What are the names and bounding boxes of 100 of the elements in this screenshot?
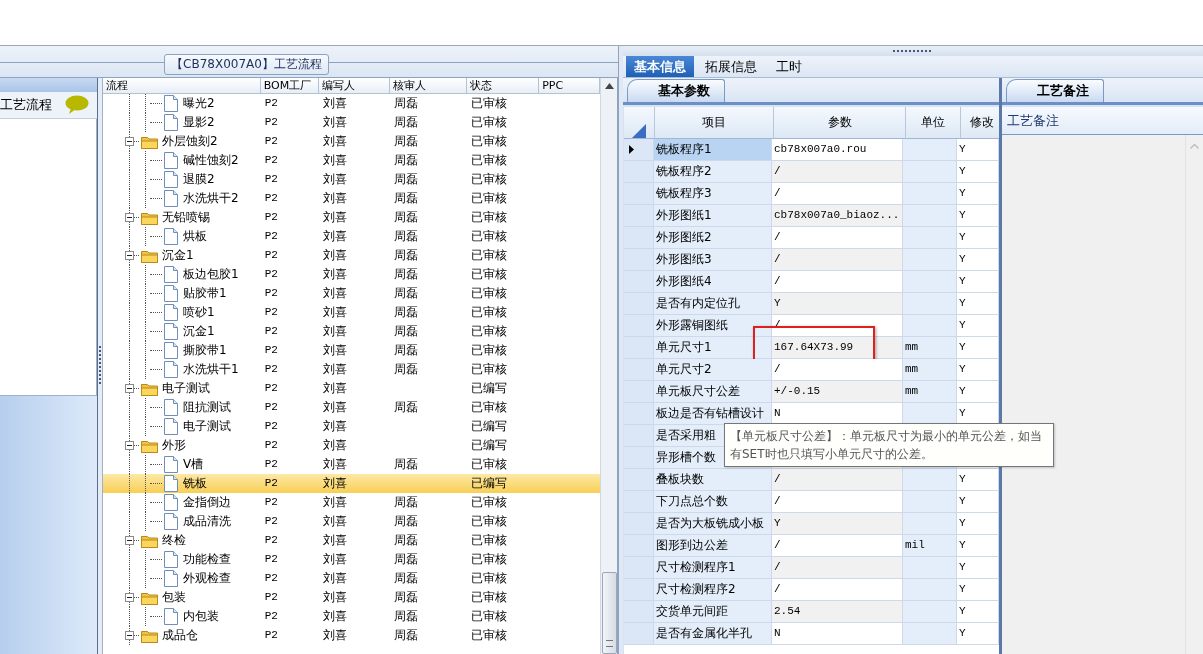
tree-row[interactable]: 内包装 P2 刘喜 周磊 已审核 (103, 607, 600, 626)
table-cell[interactable]: / (774, 495, 781, 507)
table-cell[interactable]: mm (903, 381, 957, 403)
table-cell[interactable]: 板边是否有钻槽设计 (654, 403, 772, 425)
tree-row[interactable]: 无铅喷锡 P2 刘喜 周磊 已审核 (103, 208, 600, 227)
table-cell[interactable]: 尺寸检测程序1 (654, 557, 772, 579)
table-cell[interactable]: +/-0.15 (774, 385, 821, 397)
table-cell[interactable] (903, 513, 957, 535)
table-cell[interactable]: Y (957, 249, 999, 271)
table-cell[interactable]: 是否有内定位孔 (654, 293, 772, 315)
column-header[interactable]: 编写人 (318, 78, 391, 93)
collapse-icon[interactable] (125, 137, 134, 146)
table-cell[interactable]: 2.54 (774, 605, 801, 617)
table-cell[interactable] (903, 249, 957, 271)
table-cell[interactable]: Y (957, 557, 999, 579)
scrollbar-thumb[interactable] (601, 572, 617, 654)
tree-row[interactable]: 终检 P2 刘喜 周磊 已审核 (103, 531, 600, 550)
tree-row[interactable]: 水洗烘干2 P2 刘喜 周磊 已审核 (103, 189, 600, 208)
speech-bubble-icon[interactable] (65, 95, 90, 115)
table-cell[interactable]: 单元板尺寸公差 (654, 381, 772, 403)
tree-row[interactable]: 喷砂1 P2 刘喜 周磊 已审核 (103, 303, 600, 322)
tree-row[interactable]: 金指倒边 P2 刘喜 周磊 已审核 (103, 493, 600, 512)
table-cell[interactable]: Y (957, 183, 999, 205)
tab[interactable]: 拓展信息 (697, 56, 765, 77)
tree-row[interactable]: 板边包胶1 P2 刘喜 周磊 已审核 (103, 265, 600, 284)
table-cell[interactable]: / (774, 539, 781, 551)
tree-row[interactable]: 沉金1 P2 刘喜 周磊 已审核 (103, 246, 600, 265)
table-cell[interactable]: Y (957, 161, 999, 183)
table-cell[interactable]: Y (957, 381, 999, 403)
tab[interactable]: 工时 (768, 56, 810, 77)
table-cell[interactable] (903, 183, 957, 205)
table-cell[interactable]: 交货单元间距 (654, 601, 772, 623)
table-cell[interactable]: Y (957, 293, 999, 315)
collapse-icon[interactable] (125, 441, 134, 450)
table-cell[interactable]: / (774, 583, 781, 595)
table-cell[interactable]: 单元尺寸1 (654, 337, 772, 359)
table-cell[interactable] (903, 205, 957, 227)
panel-tab[interactable]: 工艺备注 (1006, 79, 1104, 102)
table-cell[interactable]: / (774, 253, 781, 265)
panel-tab[interactable]: 基本参数 (627, 79, 725, 102)
tree-row[interactable]: 电子测试 P2 刘喜 已编写 (103, 417, 600, 436)
collapse-icon[interactable] (125, 384, 134, 393)
table-cell[interactable]: Y (957, 227, 999, 249)
table-cell[interactable]: Y (957, 491, 999, 513)
panel-title-tab[interactable]: 【CB78X007A0】工艺流程 (164, 54, 329, 75)
tree-row[interactable]: 贴胶带1 P2 刘喜 周磊 已审核 (103, 284, 600, 303)
table-cell[interactable]: Y (957, 139, 999, 161)
column-header[interactable]: 流程 (103, 78, 261, 93)
tree-row[interactable]: 阻抗测试 P2 刘喜 周磊 已审核 (103, 398, 600, 417)
table-cell[interactable] (903, 469, 957, 491)
table-cell[interactable]: / (774, 165, 781, 177)
table-cell[interactable]: mil (903, 535, 957, 557)
table-cell[interactable]: Y (957, 535, 999, 557)
table-cell[interactable]: / (774, 363, 781, 375)
scrollbar[interactable] (600, 78, 617, 654)
table-cell[interactable]: Y (957, 315, 999, 337)
table-cell[interactable] (903, 557, 957, 579)
table-cell[interactable]: 外形图纸4 (654, 271, 772, 293)
column-header[interactable]: 核审人 (390, 78, 468, 93)
tree-row[interactable]: 显影2 P2 刘喜 周磊 已审核 (103, 113, 600, 132)
table-cell[interactable] (903, 227, 957, 249)
table-cell[interactable]: 是否有金属化半孔 (654, 623, 772, 645)
collapse-icon[interactable] (125, 631, 134, 640)
table-cell[interactable]: Y (957, 205, 999, 227)
tree-row[interactable]: 功能检查 P2 刘喜 周磊 已审核 (103, 550, 600, 569)
tree-row[interactable]: 外观检查 P2 刘喜 周磊 已审核 (103, 569, 600, 588)
table-cell[interactable]: / (774, 561, 781, 573)
table-cell[interactable]: 外形图纸3 (654, 249, 772, 271)
table-cell[interactable]: 单元尺寸2 (654, 359, 772, 381)
row-header[interactable] (624, 139, 654, 161)
tree-row[interactable]: 水洗烘干1 P2 刘喜 周磊 已审核 (103, 360, 600, 379)
table-cell[interactable]: Y (774, 517, 781, 529)
table-cell[interactable]: / (774, 275, 781, 287)
table-cell[interactable]: 外形图纸1 (654, 205, 772, 227)
table-cell[interactable]: mm (903, 359, 957, 381)
table-cell[interactable]: Y (957, 337, 999, 359)
table-cell[interactable]: N (774, 407, 781, 419)
table-cell[interactable] (903, 161, 957, 183)
tree-row[interactable]: 碱性蚀刻2 P2 刘喜 周磊 已审核 (103, 151, 600, 170)
collapse-icon[interactable] (125, 251, 134, 260)
tree-row[interactable]: 铣板 P2 刘喜 已编写 (103, 474, 600, 493)
table-cell[interactable]: cb78x007a0.rou (774, 143, 867, 155)
tab[interactable]: 基本信息 (626, 56, 694, 77)
table-cell[interactable]: mm (903, 337, 957, 359)
table-cell[interactable]: Y (957, 623, 999, 645)
tree-row[interactable]: 外层蚀刻2 P2 刘喜 周磊 已审核 (103, 132, 600, 151)
tree-row[interactable]: 成品清洗 P2 刘喜 周磊 已审核 (103, 512, 600, 531)
tree-row[interactable]: 外形 P2 刘喜 已编写 (103, 436, 600, 455)
table-cell[interactable]: Y (957, 469, 999, 491)
tree-row[interactable]: 沉金1 P2 刘喜 周磊 已审核 (103, 322, 600, 341)
tree-row[interactable]: 成品仓 P2 刘喜 周磊 已审核 (103, 626, 600, 645)
table-cell[interactable]: / (774, 231, 781, 243)
tree-row[interactable]: 包装 P2 刘喜 周磊 已审核 (103, 588, 600, 607)
tree-row[interactable]: 电子测试 P2 刘喜 已编写 (103, 379, 600, 398)
table-cell[interactable]: Y (957, 579, 999, 601)
table-cell[interactable]: Y (774, 297, 781, 309)
table-cell[interactable]: 叠板块数 (654, 469, 772, 491)
table-cell[interactable] (903, 491, 957, 513)
table-cell[interactable]: Y (957, 601, 999, 623)
table-cell[interactable]: 铣板程序1 (654, 139, 772, 161)
